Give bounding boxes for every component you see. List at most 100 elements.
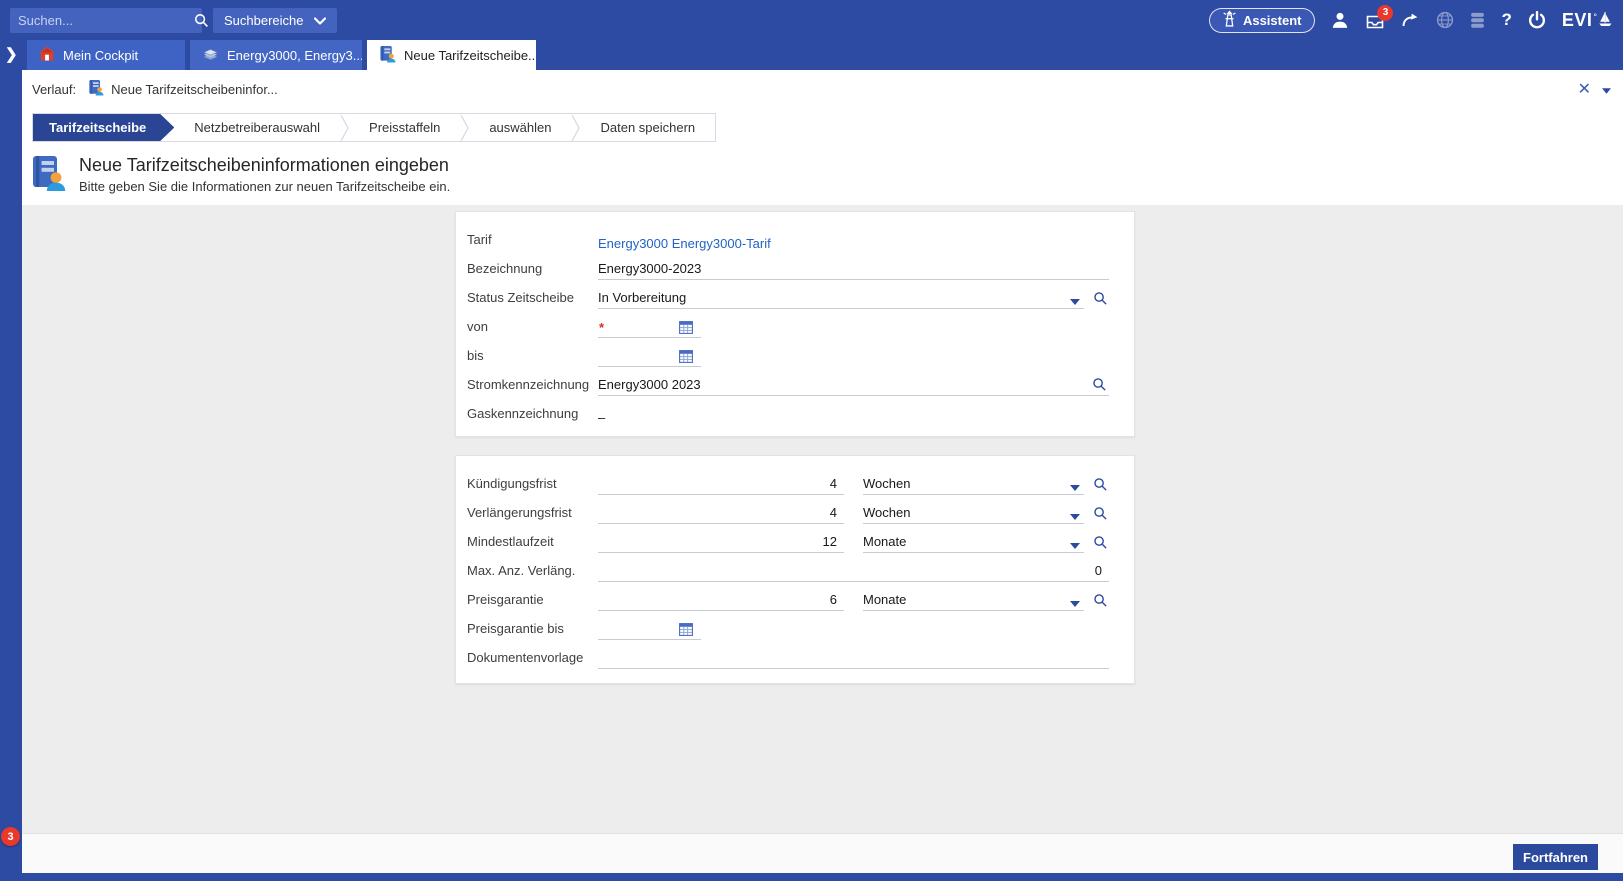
verlaengerungsfrist-unit-value: Wochen: [863, 505, 910, 520]
close-history-icon[interactable]: ✕: [1578, 79, 1591, 99]
field-label-bis: bis: [467, 348, 598, 363]
field-zone-bezeichnung: Energy3000-2023: [598, 258, 1109, 280]
kuendigungsfrist-unit-select[interactable]: Wochen: [863, 473, 1084, 495]
home-icon: [39, 46, 55, 64]
bezeichnung-input[interactable]: Energy3000-2023: [598, 258, 1109, 280]
page-subtitle: Bitte geben Sie die Informationen zur ne…: [79, 179, 450, 194]
lookup-icon[interactable]: [1093, 477, 1109, 495]
field-zone-tarif: Energy3000 Energy3000-Tarif: [598, 229, 1109, 251]
globe-icon: [1436, 11, 1454, 29]
bottom-accent-bar: [0, 873, 1623, 881]
database-stack-icon: [1470, 12, 1485, 29]
dropdown-caret-icon[interactable]: [1070, 543, 1084, 549]
wizard-step-5[interactable]: Daten speichern: [580, 114, 715, 141]
tab-energy3000[interactable]: Energy3000, Energy3... ✖: [190, 40, 362, 70]
tab-label: Mein Cockpit: [63, 48, 138, 63]
lookup-icon[interactable]: [1092, 377, 1107, 392]
step-separator-chevron-icon: [340, 114, 349, 141]
history-item-label: Neue Tarifzeitscheibeninfor...: [111, 82, 278, 97]
verlaengerungsfrist-number-input[interactable]: 4: [598, 502, 844, 524]
field-zone-preisgarantie: 6 Monate: [598, 589, 1109, 611]
dokumentenvorlage-input[interactable]: [598, 647, 1109, 669]
lookup-icon[interactable]: [1093, 291, 1109, 309]
continue-button[interactable]: Fortfahren: [1513, 844, 1598, 870]
calendar-icon[interactable]: [679, 622, 693, 636]
ledger-books-icon: [202, 47, 219, 64]
assistant-button[interactable]: Assistent: [1209, 8, 1316, 33]
lookup-icon[interactable]: [1093, 506, 1109, 524]
field-row-preisgarantie-bis: Preisgarantie bis: [456, 614, 1134, 643]
form-card-tarif: TarifEnergy3000 Energy3000-Tarif Bezeichn…: [455, 211, 1135, 437]
alert-count-badge[interactable]: 3: [1, 827, 20, 846]
lookup-icon[interactable]: [1093, 593, 1109, 611]
status-zeitscheibe-select[interactable]: In Vorbereitung: [598, 287, 1084, 309]
wizard-steps: Tarifzeitscheibe Netzbetreiberauswahl Prei…: [32, 113, 716, 142]
field-zone-gaskennzeichnung: –: [598, 403, 1109, 425]
search-icon[interactable]: [194, 13, 209, 28]
help-icon[interactable]: ?: [1501, 10, 1511, 30]
page-title: Neue Tarifzeitscheibeninformationen eing…: [79, 155, 450, 176]
dropdown-caret-icon[interactable]: [1070, 485, 1084, 491]
lookup-icon[interactable]: [1093, 535, 1109, 553]
field-row-tarif: TarifEnergy3000 Energy3000-Tarif: [456, 225, 1134, 254]
field-row-stromkennzeichnung: StromkennzeichnungEnergy3000 2023: [456, 370, 1134, 399]
tarif-link[interactable]: Energy3000 Energy3000-Tarif: [598, 236, 771, 251]
field-zone-dokumentenvorlage: [598, 647, 1109, 669]
global-search[interactable]: [10, 8, 202, 33]
dropdown-caret-icon[interactable]: [1070, 601, 1084, 607]
field-zone-bis: [598, 345, 1109, 367]
kuendigungsfrist-number-input[interactable]: 4: [598, 473, 844, 495]
stromkennzeichnung-input[interactable]: Energy3000 2023: [598, 374, 1109, 396]
bis-date-input[interactable]: [598, 345, 701, 367]
dropdown-caret-icon[interactable]: [1070, 299, 1084, 305]
wizard-page-icon: [30, 153, 66, 196]
history-current-item[interactable]: Neue Tarifzeitscheibeninfor...: [88, 79, 278, 99]
wizard-step-label: Tarifzeitscheibe: [49, 120, 146, 135]
gaskennzeichnung-value: –: [598, 410, 605, 425]
max-anz-verlaeng-number-input[interactable]: 0: [598, 560, 1109, 582]
history-dropdown-caret-icon[interactable]: [1602, 82, 1611, 97]
wizard-step-1[interactable]: Tarifzeitscheibe: [33, 114, 174, 141]
field-zone-status-zeitscheibe: In Vorbereitung: [598, 287, 1109, 309]
document-person-icon: [88, 79, 104, 99]
field-row-kuendigungsfrist: Kündigungsfrist4Wochen: [456, 469, 1134, 498]
field-label-bezeichnung: Bezeichnung: [467, 261, 598, 276]
evi-application-window: Suchbereiche Assistent 3: [0, 0, 1623, 881]
footer-bar: Fortfahren: [22, 833, 1623, 873]
mindestlaufzeit-unit-select[interactable]: Monate: [863, 531, 1084, 553]
wizard-step-4[interactable]: auswählen: [469, 114, 571, 141]
field-row-gaskennzeichnung: Gaskennzeichnung–: [456, 399, 1134, 428]
inbox-tray-icon[interactable]: 3: [1365, 12, 1385, 29]
expand-panel-chevron-icon[interactable]: ❯: [5, 45, 18, 63]
tab-label: Energy3000, Energy3...: [227, 48, 362, 63]
calendar-icon[interactable]: [679, 349, 693, 363]
collapsed-sidebar-strip[interactable]: [0, 70, 22, 881]
mindestlaufzeit-number-input[interactable]: 12: [598, 531, 844, 553]
field-zone-verlaengerungsfrist: 4 Wochen: [598, 502, 1109, 524]
wizard-step-label: auswählen: [489, 120, 551, 135]
dropdown-caret-icon[interactable]: [1070, 514, 1084, 520]
tab-mein-cockpit[interactable]: Mein Cockpit: [27, 40, 185, 70]
von-date-input[interactable]: *: [598, 316, 701, 338]
preisgarantie-number-input[interactable]: 6: [598, 589, 844, 611]
wizard-step-2[interactable]: Netzbetreiberauswahl: [174, 114, 340, 141]
kuendigungsfrist-unit-value: Wochen: [863, 476, 910, 491]
lighthouse-icon: [1223, 10, 1236, 30]
tab-neue-tarifzeitscheibe[interactable]: Neue Tarifzeitscheibe... ✖: [367, 40, 536, 70]
required-asterisk: *: [598, 320, 604, 335]
field-zone-kuendigungsfrist: 4 Wochen: [598, 473, 1109, 495]
step-separator-chevron-icon: [460, 114, 469, 141]
calendar-icon[interactable]: [679, 320, 693, 334]
field-row-preisgarantie: Preisgarantie6Monate: [456, 585, 1134, 614]
wizard-step-3[interactable]: Preisstaffeln: [349, 114, 460, 141]
redo-arrow-icon[interactable]: [1401, 12, 1420, 28]
verlaengerungsfrist-unit-select[interactable]: Wochen: [863, 502, 1084, 524]
search-input[interactable]: [18, 13, 194, 28]
search-scopes-dropdown[interactable]: Suchbereiche: [213, 8, 337, 33]
preisgarantie-bis-date-input[interactable]: [598, 618, 701, 640]
field-row-bis: bis: [456, 341, 1134, 370]
power-logout-icon[interactable]: [1528, 11, 1546, 29]
user-icon[interactable]: [1331, 11, 1349, 29]
preisgarantie-unit-select[interactable]: Monate: [863, 589, 1084, 611]
field-zone-max-anz-verlaeng: 0: [598, 560, 1109, 582]
